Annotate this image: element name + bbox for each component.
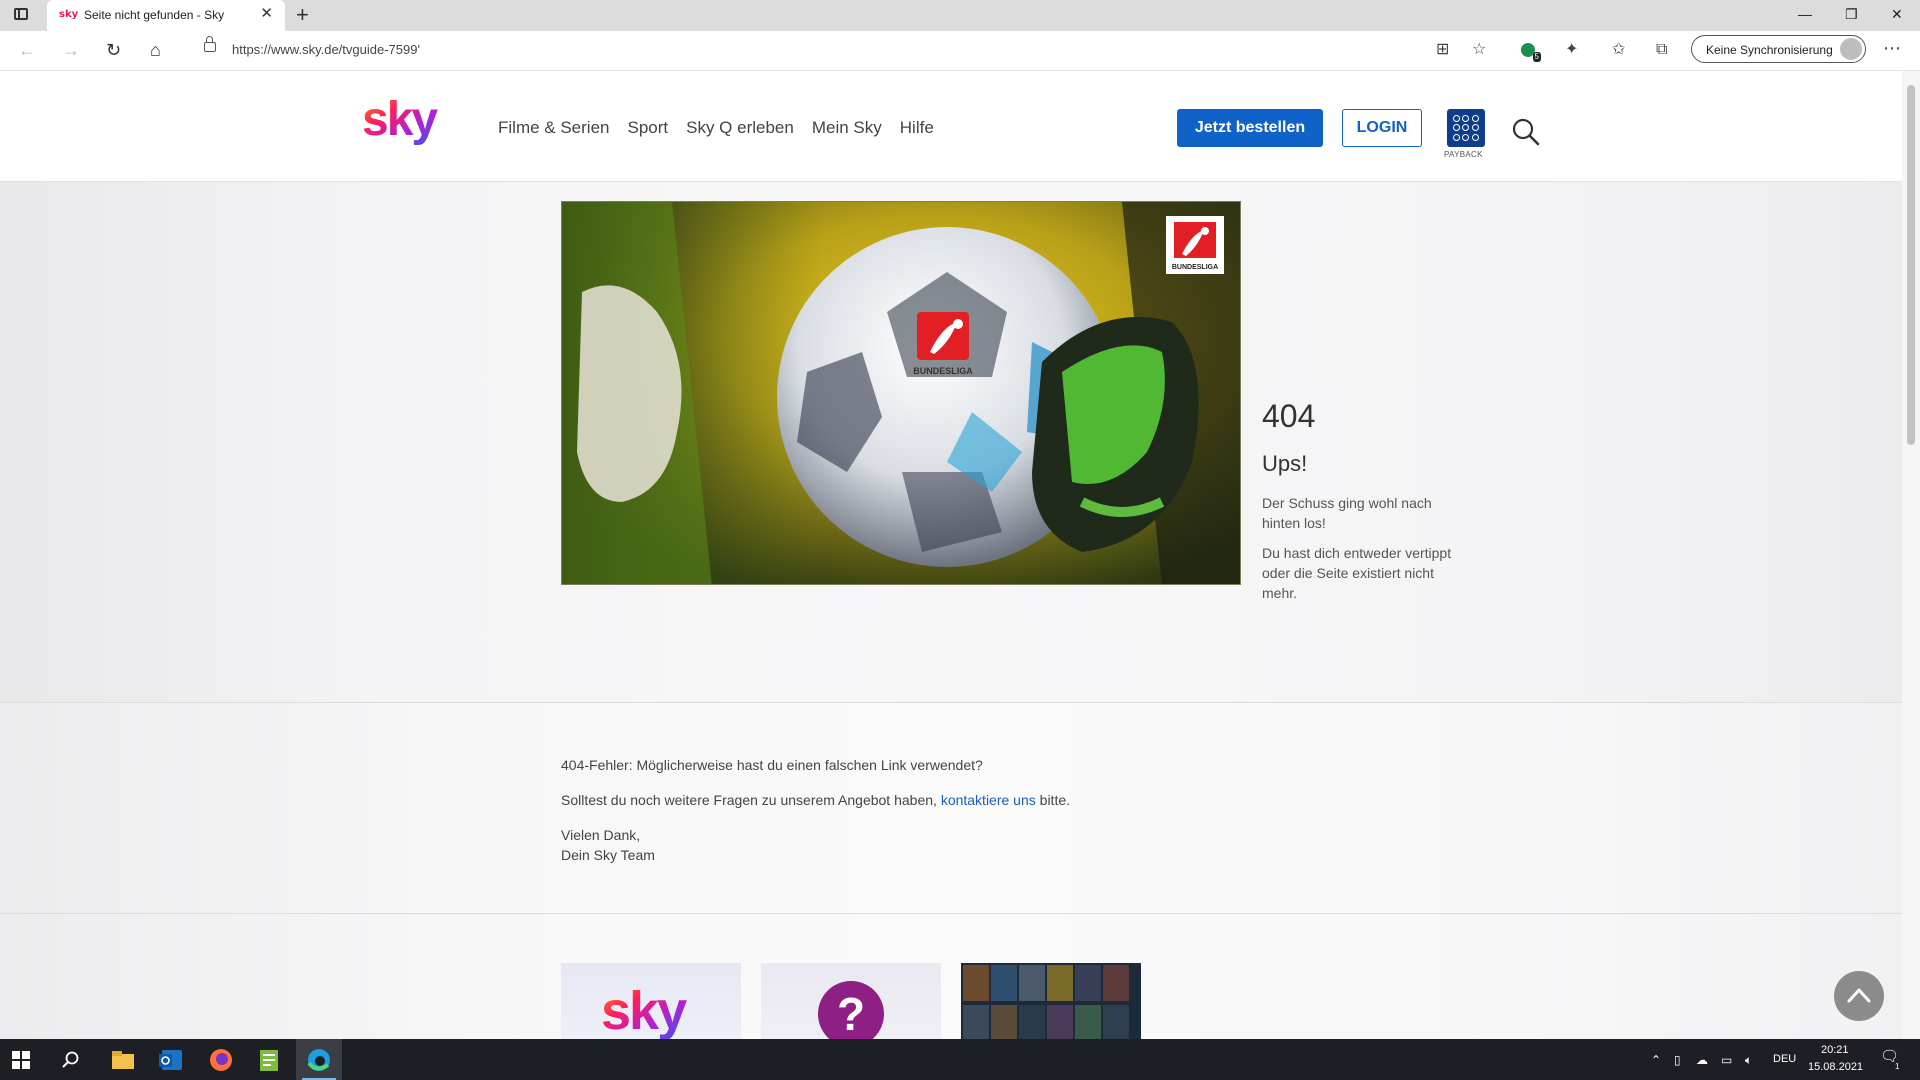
sky-logo: sky (601, 981, 689, 1039)
login-button[interactable]: LOGIN (1342, 109, 1422, 147)
extension-badge: 5 (1532, 51, 1541, 62)
teaser-tile-help[interactable]: ? (761, 963, 941, 1039)
info-text: 404-Fehler: Möglicherweise hast du einen… (561, 755, 1070, 880)
clock-time[interactable]: 20:21 (1821, 1044, 1849, 1056)
chevron-up-icon (1847, 988, 1871, 1003)
tab-close-icon[interactable]: ✕ (260, 6, 273, 22)
taskbar-edge-active[interactable] (296, 1039, 342, 1080)
svg-text:BUNDESLIGA: BUNDESLIGA (913, 366, 973, 376)
nav-hilfe[interactable]: Hilfe (900, 118, 934, 138)
more-options-icon[interactable]: ⋯ (1883, 37, 1901, 59)
browser-toolbar: ← → ↻ ⌂ https://www.sky.de/tvguide-7599'… (0, 31, 1920, 71)
outlook-icon[interactable] (158, 1047, 184, 1073)
error-title: Ups! (1262, 451, 1308, 476)
notepad-app-icon[interactable] (256, 1047, 282, 1073)
network-icon[interactable]: ▭ (1721, 1053, 1732, 1067)
volume-icon[interactable]: 🔈︎ (1745, 1053, 1752, 1067)
order-now-button[interactable]: Jetzt bestellen (1177, 109, 1323, 147)
url-field[interactable]: https://www.sky.de/tvguide-7599' (232, 42, 420, 57)
lock-icon[interactable] (204, 36, 216, 52)
payback-icon[interactable] (1447, 109, 1485, 147)
error-code: 404 (1262, 398, 1316, 434)
teaser-tile-sky[interactable]: sky (561, 963, 741, 1039)
browser-tab-active[interactable]: sky Seite nicht gefunden - Sky ✕ (47, 0, 285, 31)
firefox-icon[interactable] (208, 1047, 234, 1073)
taskbar-search-icon[interactable] (62, 1051, 80, 1069)
thanks-text: Vielen Dank, (561, 827, 641, 843)
help-question-icon: ? (818, 981, 884, 1039)
info-line-2: Solltest du noch weitere Fragen zu unser… (561, 792, 1071, 808)
tab-title: Seite nicht gefunden - Sky (84, 8, 225, 22)
back-icon[interactable]: ← (18, 39, 36, 61)
add-favorite-icon[interactable]: ☆ (1472, 39, 1486, 61)
tray-overflow-icon[interactable]: ⌃ (1651, 1053, 1661, 1067)
window-close-icon[interactable]: ✕ (1891, 4, 1903, 24)
teaser-section (0, 914, 1902, 1039)
signature-text: Dein Sky Team (561, 847, 655, 863)
site-header: sky Filme & Serien Sport Sky Q erleben M… (0, 71, 1902, 182)
scroll-to-top-button[interactable] (1834, 971, 1884, 1021)
profile-avatar-icon (1840, 38, 1862, 60)
info-line-1: 404-Fehler: Möglicherweise hast du einen… (561, 757, 983, 773)
favorites-icon[interactable]: ✩ (1612, 39, 1625, 61)
svg-text:sky: sky (601, 981, 687, 1039)
nav-sky-q-erleben[interactable]: Sky Q erleben (686, 118, 794, 138)
keyboard-language[interactable]: DEU (1773, 1053, 1796, 1065)
page-viewport: sky Filme & Serien Sport Sky Q erleben M… (0, 71, 1902, 1039)
contact-link[interactable]: kontaktiere uns (941, 792, 1036, 808)
new-tab-icon[interactable]: + (296, 3, 309, 27)
svg-text:sky: sky (362, 99, 438, 146)
error-text-2: Du hast dich entweder vertippt oder die … (1262, 545, 1452, 601)
nav-sport[interactable]: Sport (627, 118, 668, 138)
page-scrollbar[interactable] (1902, 71, 1920, 1039)
nav-mein-sky[interactable]: Mein Sky (812, 118, 882, 138)
reload-icon[interactable]: ↻ (106, 39, 121, 61)
extension-icon[interactable]: 5 (1521, 39, 1541, 62)
tray-device-icon[interactable]: ▯ (1674, 1053, 1681, 1067)
onedrive-icon[interactable]: ☁ (1696, 1053, 1708, 1067)
windows-start-icon[interactable] (12, 1051, 30, 1069)
browser-tab-bar: sky Seite nicht gefunden - Sky ✕ + — ❐ ✕ (0, 0, 1920, 31)
teaser-tile-posters[interactable] (961, 963, 1141, 1039)
sync-label: Keine Synchronisierung (1706, 43, 1833, 57)
forward-icon[interactable]: → (62, 39, 80, 61)
app-install-icon[interactable]: ⊞ (1436, 39, 1449, 61)
bundesliga-badge-text: BUNDESLIGA (1172, 264, 1218, 271)
file-explorer-icon[interactable] (110, 1047, 136, 1073)
payback-label: PAYBACK (1444, 150, 1483, 159)
bundesliga-ball-image: BUNDESLIGA BUNDESLIGA (561, 201, 1241, 585)
info-signoff: Vielen Dank, Dein Sky Team (561, 825, 1070, 865)
windows-taskbar: ⌃ ▯ ☁ ▭ 🔈︎ DEU 20:21 15.08.2021 🗨︎ 1 (0, 1039, 1920, 1080)
collections-icon[interactable]: ⧉ (1656, 39, 1667, 61)
extensions-puzzle-icon[interactable]: ✦ (1565, 39, 1578, 61)
notification-count: 1 (1895, 1062, 1900, 1071)
tab-actions-icon[interactable] (14, 8, 28, 20)
sky-favicon-icon: sky (59, 9, 79, 20)
nav-filme-serien[interactable]: Filme & Serien (498, 118, 609, 138)
clock-date[interactable]: 15.08.2021 (1808, 1061, 1863, 1073)
restore-icon[interactable]: ❐ (1845, 4, 1858, 24)
search-icon[interactable] (1511, 117, 1541, 147)
sync-profile-button[interactable]: Keine Synchronisierung (1691, 35, 1866, 63)
minimize-icon[interactable]: — (1798, 4, 1812, 24)
edge-icon (307, 1049, 330, 1071)
main-navigation: Filme & Serien Sport Sky Q erleben Mein … (498, 118, 934, 138)
error-message: 404 Ups! Der Schuss ging wohl nach hinte… (1262, 398, 1462, 613)
error-text-1: Der Schuss ging wohl nach hinten los! (1262, 495, 1432, 531)
home-icon[interactable]: ⌂ (150, 39, 161, 61)
sky-logo[interactable]: sky (362, 99, 442, 149)
